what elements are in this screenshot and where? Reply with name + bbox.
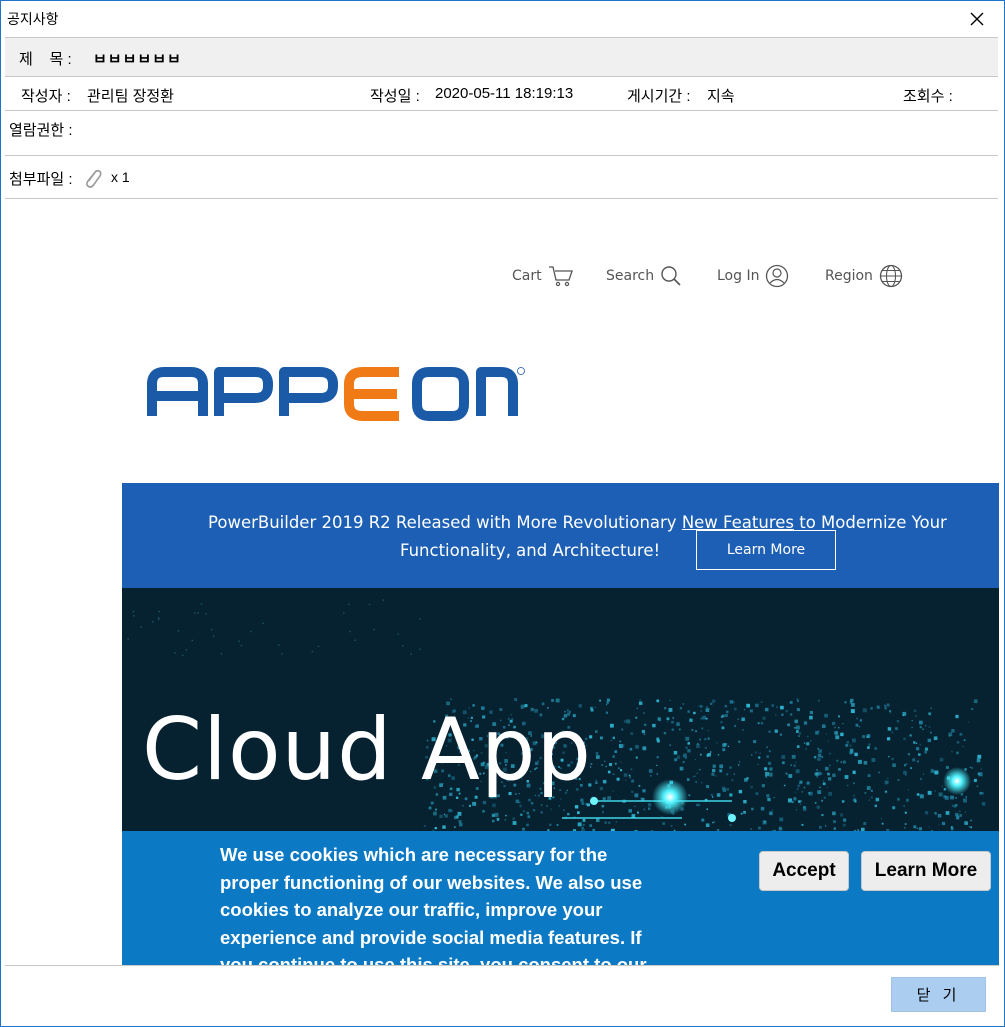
notice-content[interactable]: Cart Search Log In Region PowerBuilder 2… xyxy=(5,199,999,965)
author-value: 관리팀 장정환 xyxy=(87,88,174,105)
nav-login[interactable]: Log In xyxy=(717,259,789,293)
author-label: 작성자 : xyxy=(21,88,71,105)
paperclip-icon[interactable] xyxy=(81,166,103,190)
cart-icon xyxy=(548,266,573,287)
cookie-accept-button[interactable]: Accept xyxy=(759,851,849,891)
nav-region-label: Region xyxy=(825,268,873,284)
nav-login-label: Log In xyxy=(717,268,760,284)
search-icon xyxy=(661,266,681,286)
nav-search[interactable]: Search xyxy=(606,259,682,293)
cookie-line: you continue to use this site, you conse… xyxy=(220,954,647,965)
user-icon xyxy=(766,264,789,288)
cookie-banner: We use cookies which are necessary for t… xyxy=(122,831,999,965)
period-value: 지속 xyxy=(707,88,735,105)
attachment-label: 첨부파일 : xyxy=(9,171,73,188)
nav-cart-label: Cart xyxy=(512,268,542,284)
close-icon xyxy=(970,12,984,26)
subject-value: ㅂㅂㅂㅂㅂㅂ xyxy=(93,51,182,68)
nav-cart[interactable]: Cart xyxy=(512,259,574,293)
hero-title: Cloud App xyxy=(142,700,593,800)
title-bar: 공지사항 xyxy=(1,1,1004,37)
subject-label: 제 목 : xyxy=(19,51,72,68)
banner-subline: Functionality, and Architecture! xyxy=(400,541,661,560)
hero-section: Cloud App xyxy=(122,588,999,831)
notice-window: 공지사항 제 목 : ㅂㅂㅂㅂㅂㅂ 작성자 : 관리팀 장정환 작성일 : 20… xyxy=(0,0,1005,1027)
permission-row: 열람권한 : xyxy=(5,111,998,156)
cookie-message: We use cookies which are necessary for t… xyxy=(220,841,690,965)
cookie-learn-more-button[interactable]: Learn More xyxy=(861,851,991,891)
nav-region[interactable]: Region xyxy=(825,259,903,293)
window-title: 공지사항 xyxy=(7,11,59,27)
cookie-line: cookies to analyze our traffic, improve … xyxy=(220,899,603,920)
appeon-logo[interactable] xyxy=(147,364,527,426)
period-label: 게시기간 : xyxy=(627,88,691,105)
subject-row: 제 목 : ㅂㅂㅂㅂㅂㅂ xyxy=(5,37,998,77)
release-banner: PowerBuilder 2019 R2 Released with More … xyxy=(122,483,999,588)
close-dialog-button[interactable]: 닫 기 xyxy=(891,977,986,1012)
permission-label: 열람권한 : xyxy=(9,122,73,139)
cookie-line: We use cookies which are necessary for t… xyxy=(220,844,608,865)
appeon-logo-graphic xyxy=(147,367,525,421)
views-label: 조회수 : xyxy=(903,88,953,105)
dialog-footer: 닫 기 xyxy=(5,965,999,1023)
attachment-row: 첨부파일 : x 1 xyxy=(5,156,998,199)
cookie-line: proper functioning of our websites. We a… xyxy=(220,871,643,893)
close-window-button[interactable] xyxy=(962,5,992,33)
banner-text-pre: PowerBuilder 2019 R2 Released with More … xyxy=(208,513,682,532)
banner-learn-more-button[interactable]: Learn More xyxy=(696,530,836,570)
cookie-line: experience and provide social media feat… xyxy=(220,926,642,948)
nav-search-label: Search xyxy=(606,268,655,284)
date-value: 2020-05-11 18:19:13 xyxy=(435,85,574,102)
attachment-count: x 1 xyxy=(111,169,130,185)
info-row: 작성자 : 관리팀 장정환 작성일 : 2020-05-11 18:19:13 … xyxy=(5,77,998,111)
globe-icon xyxy=(879,264,903,288)
site-top-nav: Cart Search Log In Region xyxy=(5,259,999,293)
banner-headline: PowerBuilder 2019 R2 Released with More … xyxy=(208,513,947,532)
date-label: 작성일 : xyxy=(370,88,420,105)
